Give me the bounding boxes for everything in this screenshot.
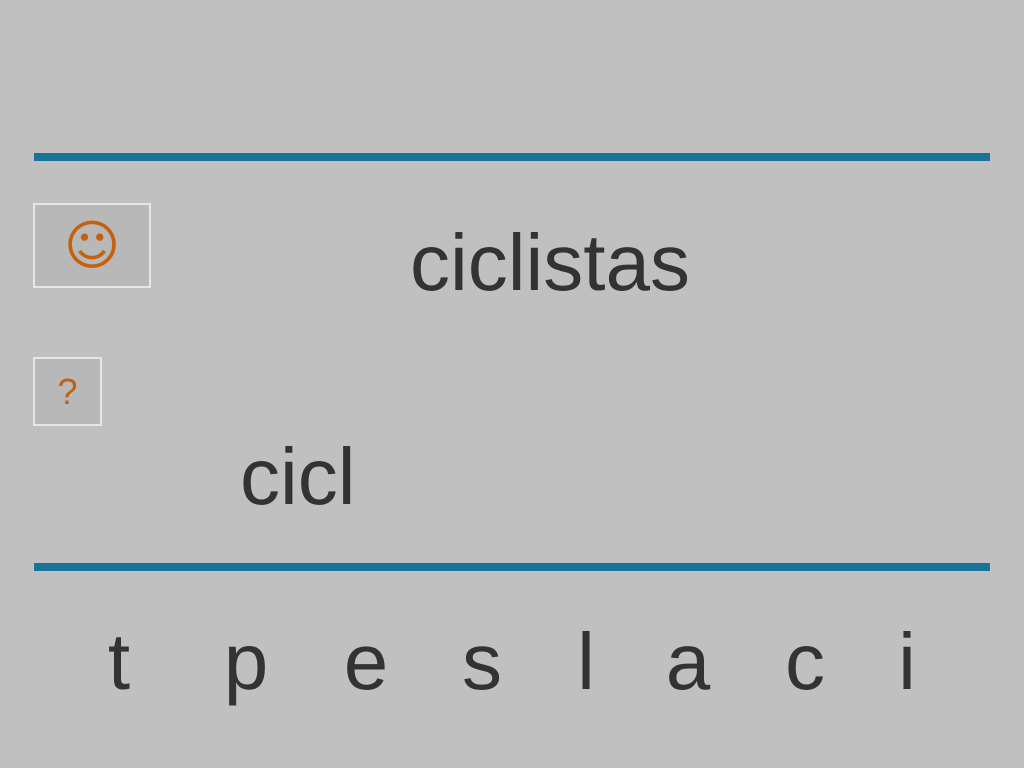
letter-tile[interactable]: e <box>321 612 411 712</box>
letter-tile[interactable]: i <box>862 612 952 712</box>
letter-tile[interactable]: s <box>437 612 527 712</box>
smiley-button[interactable]: ☺ <box>33 203 151 288</box>
smiley-icon: ☺ <box>63 213 121 277</box>
letter-tile[interactable]: c <box>760 612 850 712</box>
top-divider <box>34 153 990 161</box>
bottom-divider <box>34 563 990 571</box>
letter-tile[interactable]: l <box>541 612 631 712</box>
letter-tiles: t p e s l a c i <box>60 612 964 722</box>
question-mark-icon: ? <box>57 370 78 412</box>
letter-tile[interactable]: p <box>201 612 291 712</box>
letter-tile[interactable]: t <box>74 612 164 712</box>
help-button[interactable]: ? <box>33 357 102 426</box>
typed-word: cicl <box>240 432 356 521</box>
letter-tile[interactable]: a <box>643 612 733 712</box>
target-word: ciclistas <box>409 218 691 307</box>
